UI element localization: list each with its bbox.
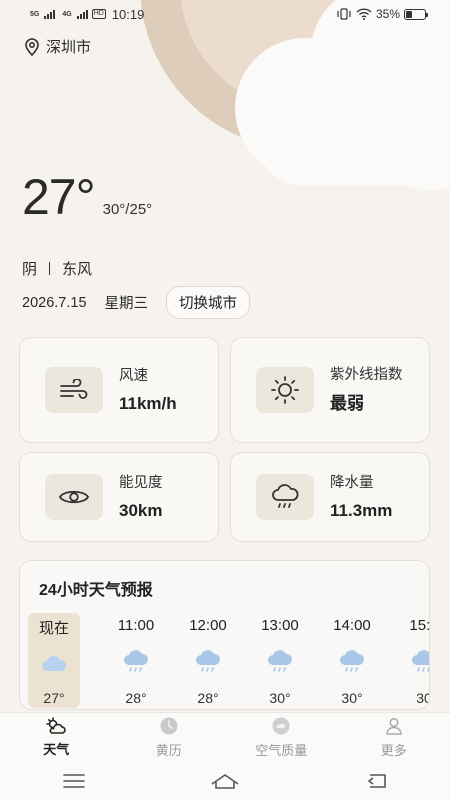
- hourly-forecast-card: 24小时天气预报 现在 27° 11:00 28° 12:00 28° 13:0…: [19, 560, 430, 710]
- cloud-rain-icon: [412, 650, 429, 672]
- tab-label: 更多: [380, 743, 407, 758]
- cloud-rain-icon: [196, 650, 221, 672]
- switch-city-button[interactable]: 切换城市: [166, 286, 251, 319]
- temperature-range: 30°/25°: [102, 201, 153, 218]
- hd-badge: HD: [91, 9, 106, 19]
- date: 2026.7.15: [22, 294, 87, 311]
- forecast-time: 12:00: [189, 617, 227, 634]
- uv-index-value: 最弱: [330, 394, 364, 413]
- air-quality-icon: [272, 717, 290, 735]
- wind-icon: [45, 367, 103, 413]
- back-icon[interactable]: [365, 773, 387, 789]
- precipitation-label: 降水量: [330, 474, 374, 491]
- wind-direction: 东风: [62, 261, 93, 278]
- menu-icon[interactable]: [62, 774, 85, 788]
- visibility-label: 能见度: [119, 474, 163, 491]
- forecast-temp: 28°: [197, 690, 219, 706]
- wind-speed-value: 11km/h: [119, 393, 177, 413]
- forecast-hour[interactable]: 14:00 30°: [316, 613, 388, 708]
- rain-cloud-icon: [256, 474, 314, 520]
- forecast-time: 13:00: [261, 617, 299, 634]
- hourly-forecast-list[interactable]: 现在 27° 11:00 28° 12:00 28° 13:00 30° 14:…: [28, 613, 430, 708]
- tab-almanac[interactable]: 黄历: [113, 713, 226, 762]
- forecast-title: 24小时天气预报: [39, 582, 153, 599]
- uv-index-card: 紫外线指数 最弱: [230, 337, 430, 443]
- forecast-temp: 30°: [341, 690, 363, 706]
- forecast-hour[interactable]: 13:00 30°: [244, 613, 316, 708]
- visibility-value: 30km: [119, 500, 163, 520]
- bottom-tab-bar: 天气 黄历 空气质量 更多: [0, 712, 450, 762]
- clock: 10:19: [111, 6, 145, 22]
- current-temperature: 27°: [22, 169, 96, 225]
- network-5g-label: 5G: [30, 10, 40, 18]
- home-icon[interactable]: [210, 773, 240, 789]
- weather-condition: 阴: [22, 261, 38, 278]
- tab-weather[interactable]: 天气: [0, 713, 113, 762]
- signal-icon: [44, 9, 56, 19]
- sun-icon: [256, 367, 314, 413]
- forecast-temp: 30°: [269, 690, 291, 706]
- cloud-icon: [42, 656, 67, 671]
- precipitation-card: 降水量 11.3mm: [230, 452, 430, 542]
- profile-icon: [385, 717, 402, 735]
- tab-label: 天气: [43, 742, 70, 757]
- wifi-icon: [356, 8, 372, 20]
- cloud-rain-icon: [268, 650, 293, 672]
- temperature-block: 27° 30°/25°: [22, 170, 152, 224]
- system-nav-bar: [0, 762, 450, 800]
- forecast-hour-now[interactable]: 现在 27°: [28, 613, 80, 708]
- wind-speed-label: 风速: [119, 367, 148, 384]
- tab-label: 空气质量: [255, 743, 308, 758]
- status-bar: 5G 4G HD 10:19 35%: [0, 0, 450, 28]
- forecast-time: 11:00: [117, 617, 155, 634]
- battery-percent: 35%: [375, 7, 400, 21]
- cloud-rain-icon: [340, 650, 365, 672]
- divider: [49, 262, 51, 275]
- forecast-hour[interactable]: 11:00 28°: [100, 613, 172, 708]
- tab-more[interactable]: 更多: [338, 713, 450, 762]
- date-row: 2026.7.15 星期三 切换城市: [22, 286, 251, 319]
- condition-row: 阴 东风: [22, 258, 92, 279]
- city-name: 深圳市: [46, 39, 92, 56]
- cloud-rain-icon: [124, 650, 149, 672]
- battery-icon: [404, 8, 428, 20]
- weather-icon: [46, 717, 66, 734]
- uv-index-label: 紫外线指数: [330, 367, 403, 383]
- visibility-card: 能见度 30km: [19, 452, 219, 542]
- forecast-time: 现在: [38, 620, 69, 637]
- forecast-hour[interactable]: 12:00 28°: [172, 613, 244, 708]
- location-pin-icon: [25, 37, 39, 56]
- forecast-temp: 27°: [43, 690, 65, 706]
- forecast-temp: 28°: [125, 690, 147, 706]
- forecast-time: 15:0: [409, 617, 430, 634]
- tab-air-quality[interactable]: 空气质量: [225, 713, 338, 762]
- precipitation-value: 11.3mm: [330, 500, 393, 520]
- forecast-temp: 30: [416, 690, 429, 706]
- tab-label: 黄历: [155, 743, 182, 758]
- forecast-time: 14:00: [333, 617, 371, 634]
- vibrate-icon: [337, 8, 351, 20]
- almanac-icon: [160, 717, 178, 735]
- network-4g-label: 4G: [62, 10, 72, 18]
- forecast-hour[interactable]: 15:0 30: [388, 613, 430, 708]
- wind-speed-card: 风速 11km/h: [19, 337, 219, 443]
- signal-icon-2: [76, 9, 88, 19]
- weekday: 星期三: [104, 296, 149, 312]
- location-selector[interactable]: 深圳市: [24, 36, 91, 57]
- eye-icon: [45, 474, 103, 520]
